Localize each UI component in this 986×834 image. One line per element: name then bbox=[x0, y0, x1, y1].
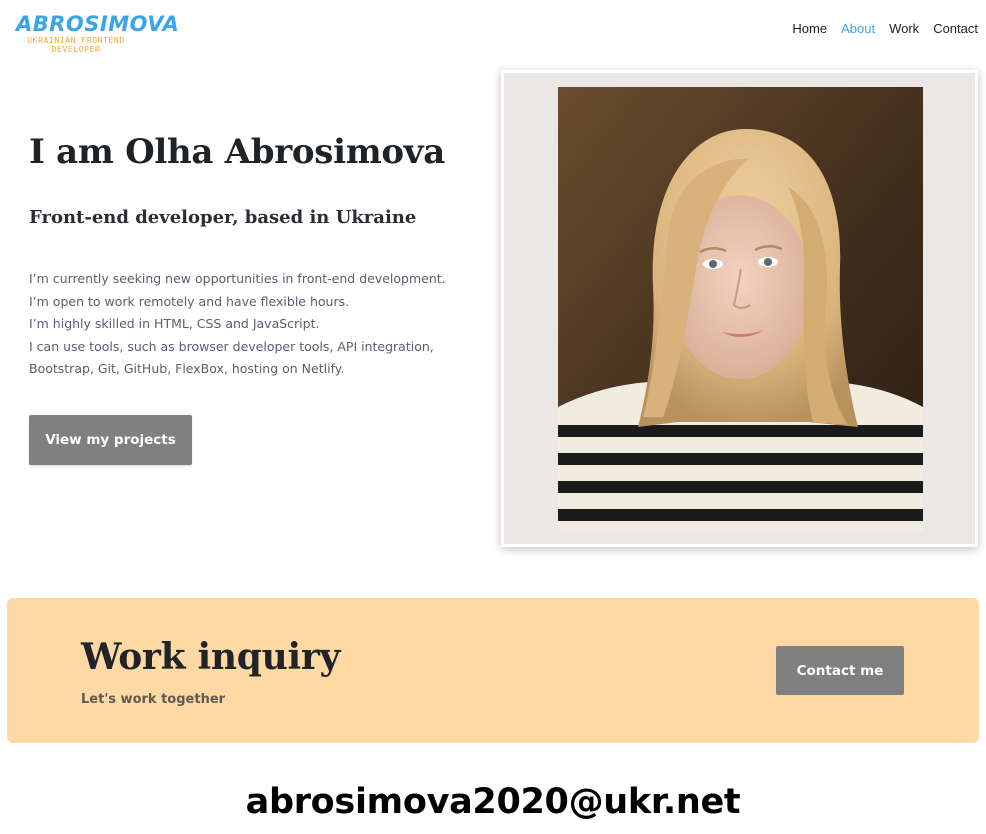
hero-description-line: Bootstrap, Git, GitHub, FlexBox, hosting… bbox=[29, 361, 345, 376]
profile-photo-card bbox=[501, 70, 978, 547]
work-inquiry-section: Work inquiry Let's work together Contact… bbox=[7, 598, 979, 743]
logo-subtitle-line2: DEVELOPER bbox=[51, 45, 101, 54]
hero-description: I’m currently seeking new opportunities … bbox=[29, 268, 469, 381]
nav-home-link[interactable]: Home bbox=[792, 21, 827, 36]
nav-about-link[interactable]: About bbox=[841, 21, 875, 36]
hero-subtitle: Front-end developer, based in Ukraine bbox=[29, 207, 417, 228]
logo-subtitle-line1: UKRAINIAN FRONTEND bbox=[27, 36, 125, 45]
nav-contact-link[interactable]: Contact bbox=[933, 21, 978, 36]
logo[interactable]: ABROSIMOVA UKRAINIAN FRONTEND DEVELOPER bbox=[16, 12, 180, 56]
hero-description-line: I’m currently seeking new opportunities … bbox=[29, 271, 446, 286]
email-link[interactable]: abrosimova2020@ukr.net bbox=[0, 782, 986, 822]
profile-photo bbox=[558, 87, 923, 531]
hero-description-line: I’m open to work remotely and have flexi… bbox=[29, 293, 350, 309]
nav-work-link[interactable]: Work bbox=[889, 21, 919, 36]
view-projects-button[interactable]: View my projects bbox=[29, 415, 192, 465]
inquiry-title: Work inquiry bbox=[81, 636, 341, 678]
contact-me-button[interactable]: Contact me bbox=[776, 646, 904, 695]
logo-title: ABROSIMOVA bbox=[16, 12, 180, 36]
hero-description-line: I can use tools, such as browser develop… bbox=[29, 338, 434, 354]
hero-description-line: I’m highly skilled in HTML, CSS and Java… bbox=[29, 316, 320, 331]
main-nav: Home About Work Contact bbox=[792, 21, 978, 36]
inquiry-subtitle: Let's work together bbox=[81, 692, 226, 707]
hero-title: I am Olha Abrosimova bbox=[29, 132, 445, 172]
